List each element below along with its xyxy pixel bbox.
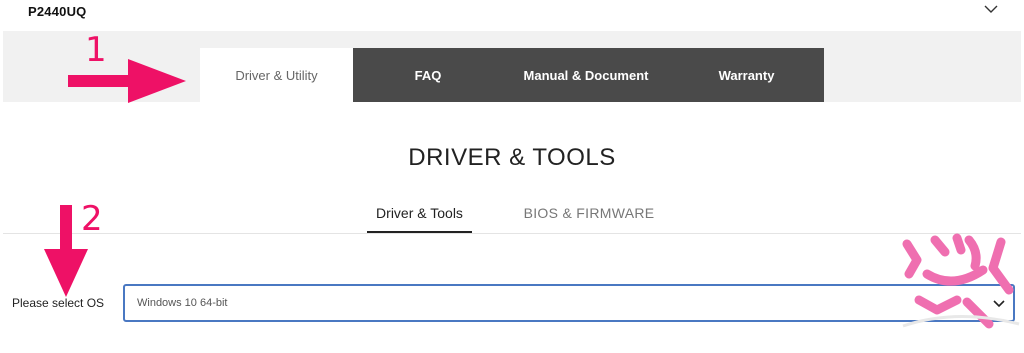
section-title: DRIVER & TOOLS	[408, 144, 616, 171]
tab-warranty[interactable]: Warranty	[669, 48, 824, 102]
os-select[interactable]: Windows 10 64-bit	[123, 284, 1015, 322]
watermark-logo-icon	[902, 233, 1020, 329]
subtab-driver-tools[interactable]: Driver & Tools	[367, 200, 472, 233]
tab-driver-utility[interactable]: Driver & Utility	[200, 48, 353, 102]
product-tabs: Driver & Utility FAQ Manual & Document W…	[200, 48, 824, 102]
os-select-label: Please select OS	[12, 296, 105, 310]
subtab-bios-firmware[interactable]: BIOS & FIRMWARE	[520, 200, 658, 221]
annotation-arrow-right-icon	[68, 59, 186, 103]
tab-faq[interactable]: FAQ	[353, 48, 503, 102]
tab-manual-document[interactable]: Manual & Document	[503, 48, 669, 102]
product-name: P2440UQ	[28, 4, 87, 19]
os-select-value: Windows 10 64-bit	[137, 297, 228, 309]
annotation-arrow-down-icon	[44, 205, 88, 297]
chevron-down-icon[interactable]	[982, 2, 1000, 16]
product-header[interactable]: P2440UQ	[0, 0, 1024, 31]
divider	[3, 233, 1021, 234]
